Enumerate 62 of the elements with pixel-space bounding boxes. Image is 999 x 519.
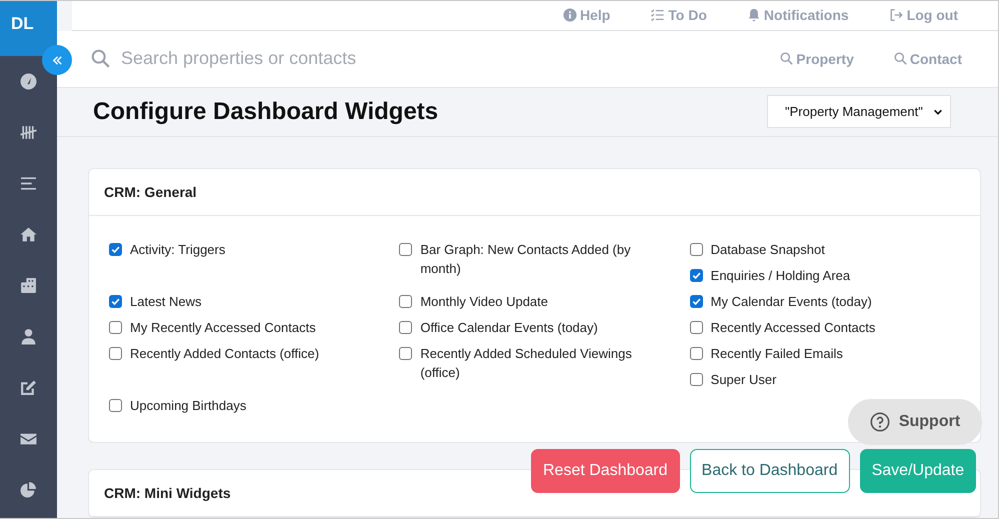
checkbox[interactable] xyxy=(399,294,412,308)
search-icon xyxy=(894,52,907,66)
widget-label: Super User xyxy=(710,370,776,389)
support-button[interactable]: Support xyxy=(848,399,982,445)
widget-label: Upcoming Birthdays xyxy=(130,396,246,415)
person-icon[interactable] xyxy=(20,328,37,345)
search-scope-link[interactable]: Contact xyxy=(894,50,962,67)
checklist-icon xyxy=(650,8,666,22)
checkbox[interactable] xyxy=(399,346,412,360)
checkbox[interactable] xyxy=(690,268,703,282)
menu-icon[interactable] xyxy=(20,175,37,192)
search-scope-link[interactable]: Property xyxy=(780,50,854,67)
checkbox[interactable] xyxy=(109,242,122,256)
building-icon[interactable] xyxy=(20,277,37,294)
edit-icon[interactable] xyxy=(20,379,37,396)
checkbox[interactable] xyxy=(399,320,412,334)
action-button[interactable]: Save/Update xyxy=(860,449,976,493)
widget-label: My Calendar Events (today) xyxy=(710,292,872,311)
double-chevron-icon xyxy=(52,54,62,66)
section-title: CRM: General xyxy=(89,168,980,216)
question-icon xyxy=(870,412,890,432)
widget-label: Activity: Triggers xyxy=(130,240,226,259)
checkbox[interactable] xyxy=(690,372,703,386)
widget-label: Recently Added Contacts (office) xyxy=(130,344,320,363)
profile-select[interactable]: "Property Management" xyxy=(767,95,951,128)
home-icon[interactable] xyxy=(20,226,37,243)
gauge-icon[interactable] xyxy=(20,73,37,90)
chevron-down-icon xyxy=(933,106,943,117)
pie-icon[interactable] xyxy=(20,481,37,498)
action-button[interactable]: Reset Dashboard xyxy=(531,449,680,493)
widget-label: Enquiries / Holding Area xyxy=(710,266,850,285)
widget-label: Recently Failed Emails xyxy=(710,344,843,363)
bell-icon xyxy=(746,8,761,22)
action-button[interactable]: Back to Dashboard xyxy=(690,449,850,493)
info-icon xyxy=(562,8,577,22)
widget-label: Office Calendar Events (today) xyxy=(420,318,598,337)
checkbox[interactable] xyxy=(690,320,703,334)
top-nav-link[interactable]: Notifications xyxy=(746,7,849,24)
widget-label: Database Snapshot xyxy=(710,240,825,259)
checkbox[interactable] xyxy=(690,294,703,308)
checkbox[interactable] xyxy=(109,320,122,334)
top-nav-link[interactable]: Log out xyxy=(888,7,958,24)
search-icon xyxy=(91,49,110,68)
search-icon xyxy=(780,52,794,66)
checkbox[interactable] xyxy=(109,294,122,308)
widget-label: Monthly Video Update xyxy=(420,292,548,311)
widget-label: Recently Added Scheduled Viewings (office) xyxy=(420,344,633,382)
top-nav-link[interactable]: Help xyxy=(562,7,610,24)
checkbox[interactable] xyxy=(109,346,122,360)
top-nav-link[interactable]: To Do xyxy=(650,7,707,24)
checkbox[interactable] xyxy=(109,398,122,412)
logo[interactable]: DL xyxy=(0,1,57,56)
checkbox[interactable] xyxy=(690,346,703,360)
checkbox[interactable] xyxy=(690,242,703,256)
widget-label: Bar Graph: New Contacts Added (by month) xyxy=(420,240,632,278)
checkbox[interactable] xyxy=(399,242,412,256)
widget-label: My Recently Accessed Contacts xyxy=(130,318,316,337)
tally-icon[interactable] xyxy=(20,124,37,141)
widget-label: Latest News xyxy=(130,292,202,311)
logout-icon xyxy=(888,8,904,22)
page-title: Configure Dashboard Widgets xyxy=(93,98,438,126)
widget-label: Recently Accessed Contacts xyxy=(710,318,876,337)
